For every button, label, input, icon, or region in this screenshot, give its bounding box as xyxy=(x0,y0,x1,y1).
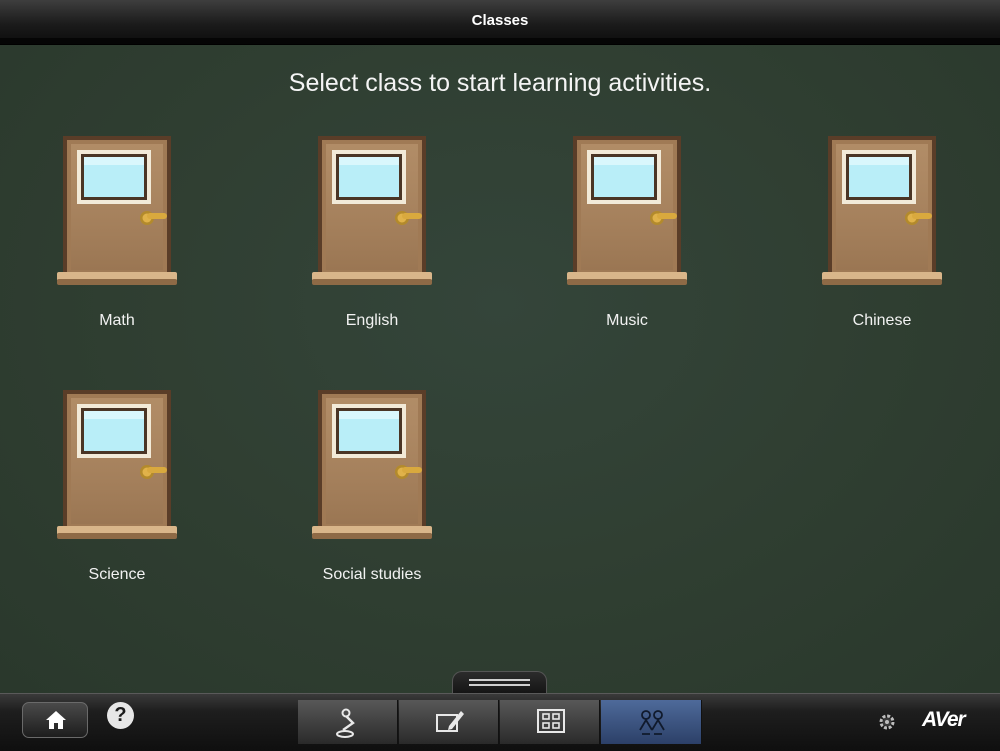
document-camera-icon xyxy=(336,708,355,738)
drawer-handle[interactable] xyxy=(452,671,547,693)
handle-grip-line xyxy=(469,684,530,686)
class-label: Social studies xyxy=(322,566,422,583)
door-icon xyxy=(822,136,942,288)
instruction-text: Select class to start learning activitie… xyxy=(288,69,712,97)
class-label: Math xyxy=(99,312,135,329)
help-button[interactable]: ? xyxy=(107,702,134,729)
class-science[interactable]: Science xyxy=(37,390,197,600)
brand-logo: AVer xyxy=(922,708,966,731)
gear-icon[interactable] xyxy=(878,713,896,731)
title-bar: Classes xyxy=(0,0,1000,45)
classes-students-icon xyxy=(639,710,665,735)
home-icon xyxy=(46,711,66,729)
door-icon xyxy=(312,136,432,288)
class-math[interactable]: Math xyxy=(37,136,197,346)
door-icon xyxy=(57,390,177,542)
chalkboard-area: Select class to start learning activitie… xyxy=(0,45,1000,693)
class-label: Music xyxy=(606,312,648,329)
title-bar-lip xyxy=(0,38,1000,44)
class-chinese[interactable]: Chinese xyxy=(802,136,962,346)
tab-grid[interactable] xyxy=(500,700,600,744)
class-label: Chinese xyxy=(852,312,912,329)
whiteboard-pen-icon xyxy=(436,711,464,732)
door-icon xyxy=(57,136,177,288)
class-label: Science xyxy=(88,566,146,583)
class-label: English xyxy=(345,312,399,329)
door-icon xyxy=(567,136,687,288)
bottom-toolbar: ? AVer xyxy=(0,693,1000,751)
home-button[interactable] xyxy=(22,702,88,738)
tab-classes[interactable] xyxy=(601,700,702,744)
class-english[interactable]: English xyxy=(292,136,452,346)
handle-grip-line xyxy=(469,679,530,681)
tab-camera[interactable] xyxy=(298,700,398,744)
class-music[interactable]: Music xyxy=(547,136,707,346)
door-icon xyxy=(312,390,432,542)
grid-layout-icon xyxy=(537,709,565,733)
tab-whiteboard[interactable] xyxy=(399,700,499,744)
class-social-studies[interactable]: Social studies xyxy=(292,390,452,600)
window-title: Classes xyxy=(471,12,529,29)
